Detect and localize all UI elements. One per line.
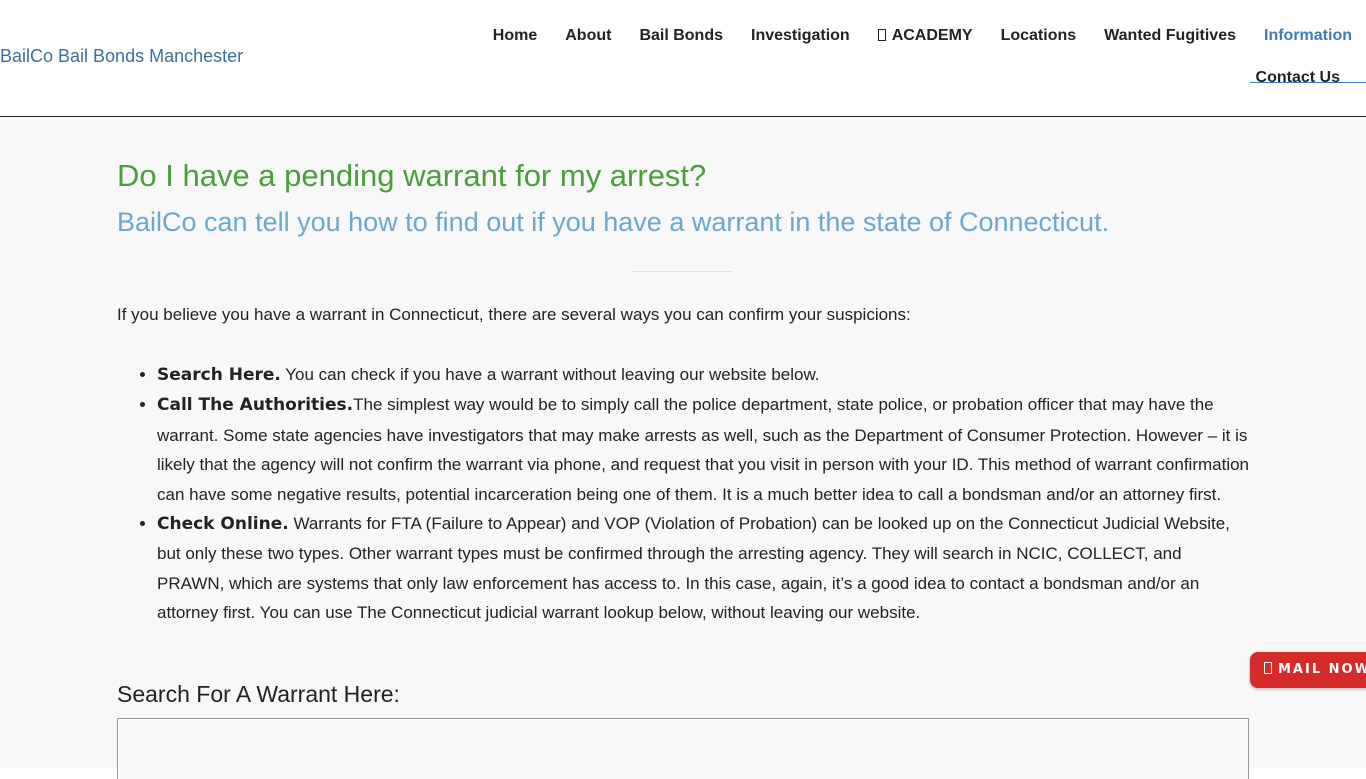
nav-row: Home About Bail Bonds Investigation ACAD…	[479, 25, 1366, 83]
academy-icon	[877, 29, 886, 41]
nav-item-academy[interactable]: ACADEMY	[864, 25, 987, 59]
page-subtitle: BailCo can tell you how to find out if y…	[117, 207, 1110, 237]
nav-item-home[interactable]: Home	[479, 25, 551, 59]
nav-item-bail-bonds[interactable]: Bail Bonds	[625, 25, 737, 59]
list-item-text: Warrants for FTA (Failure to Appear) and…	[157, 514, 1230, 623]
nav-item-wanted-fugitives[interactable]: Wanted Fugitives	[1090, 25, 1250, 59]
list-item: Call The Authorities.The simplest way wo…	[157, 390, 1249, 509]
nav-item-academy-label: ACADEMY	[891, 27, 973, 44]
nav-item-about[interactable]: About	[551, 25, 625, 59]
logo[interactable]: BailCo Bail Bonds Manchester	[0, 46, 243, 67]
search-heading: Search For A Warrant Here:	[117, 681, 400, 707]
list-item-text: You can check if you have a warrant with…	[280, 365, 820, 384]
warrant-search-frame[interactable]	[117, 718, 1249, 779]
ways-list: Search Here. You can check if you have a…	[117, 360, 1249, 628]
page-title: Do I have a pending warrant for my arres…	[117, 158, 707, 193]
logo-alt-text: BailCo Bail Bonds Manchester	[0, 46, 244, 66]
nav-item-locations[interactable]: Locations	[987, 25, 1091, 59]
list-item-lead: Search Here.	[157, 365, 281, 385]
mail-icon	[1264, 662, 1272, 674]
main-content: Do I have a pending warrant for my arres…	[0, 117, 1366, 779]
nav-item-information[interactable]: Information	[1250, 25, 1366, 83]
list-item-lead: Call The Authorities.	[157, 395, 354, 416]
nav-item-contact-us[interactable]: Contact Us	[1242, 67, 1354, 101]
divider	[632, 271, 732, 272]
list-item: Search Here. You can check if you have a…	[157, 360, 1249, 390]
mail-now-button[interactable]: MAIL NOW	[1250, 652, 1366, 688]
list-item: Check Online. Warrants for FTA (Failure …	[157, 509, 1249, 628]
mail-now-label: MAIL NOW	[1278, 662, 1366, 677]
intro-text: If you believe you have a warrant in Con…	[117, 305, 911, 324]
site-header: BailCo Bail Bonds Manchester Home About …	[0, 0, 1366, 117]
nav-item-investigation[interactable]: Investigation	[737, 25, 864, 59]
list-item-lead: Check Online.	[157, 514, 289, 535]
